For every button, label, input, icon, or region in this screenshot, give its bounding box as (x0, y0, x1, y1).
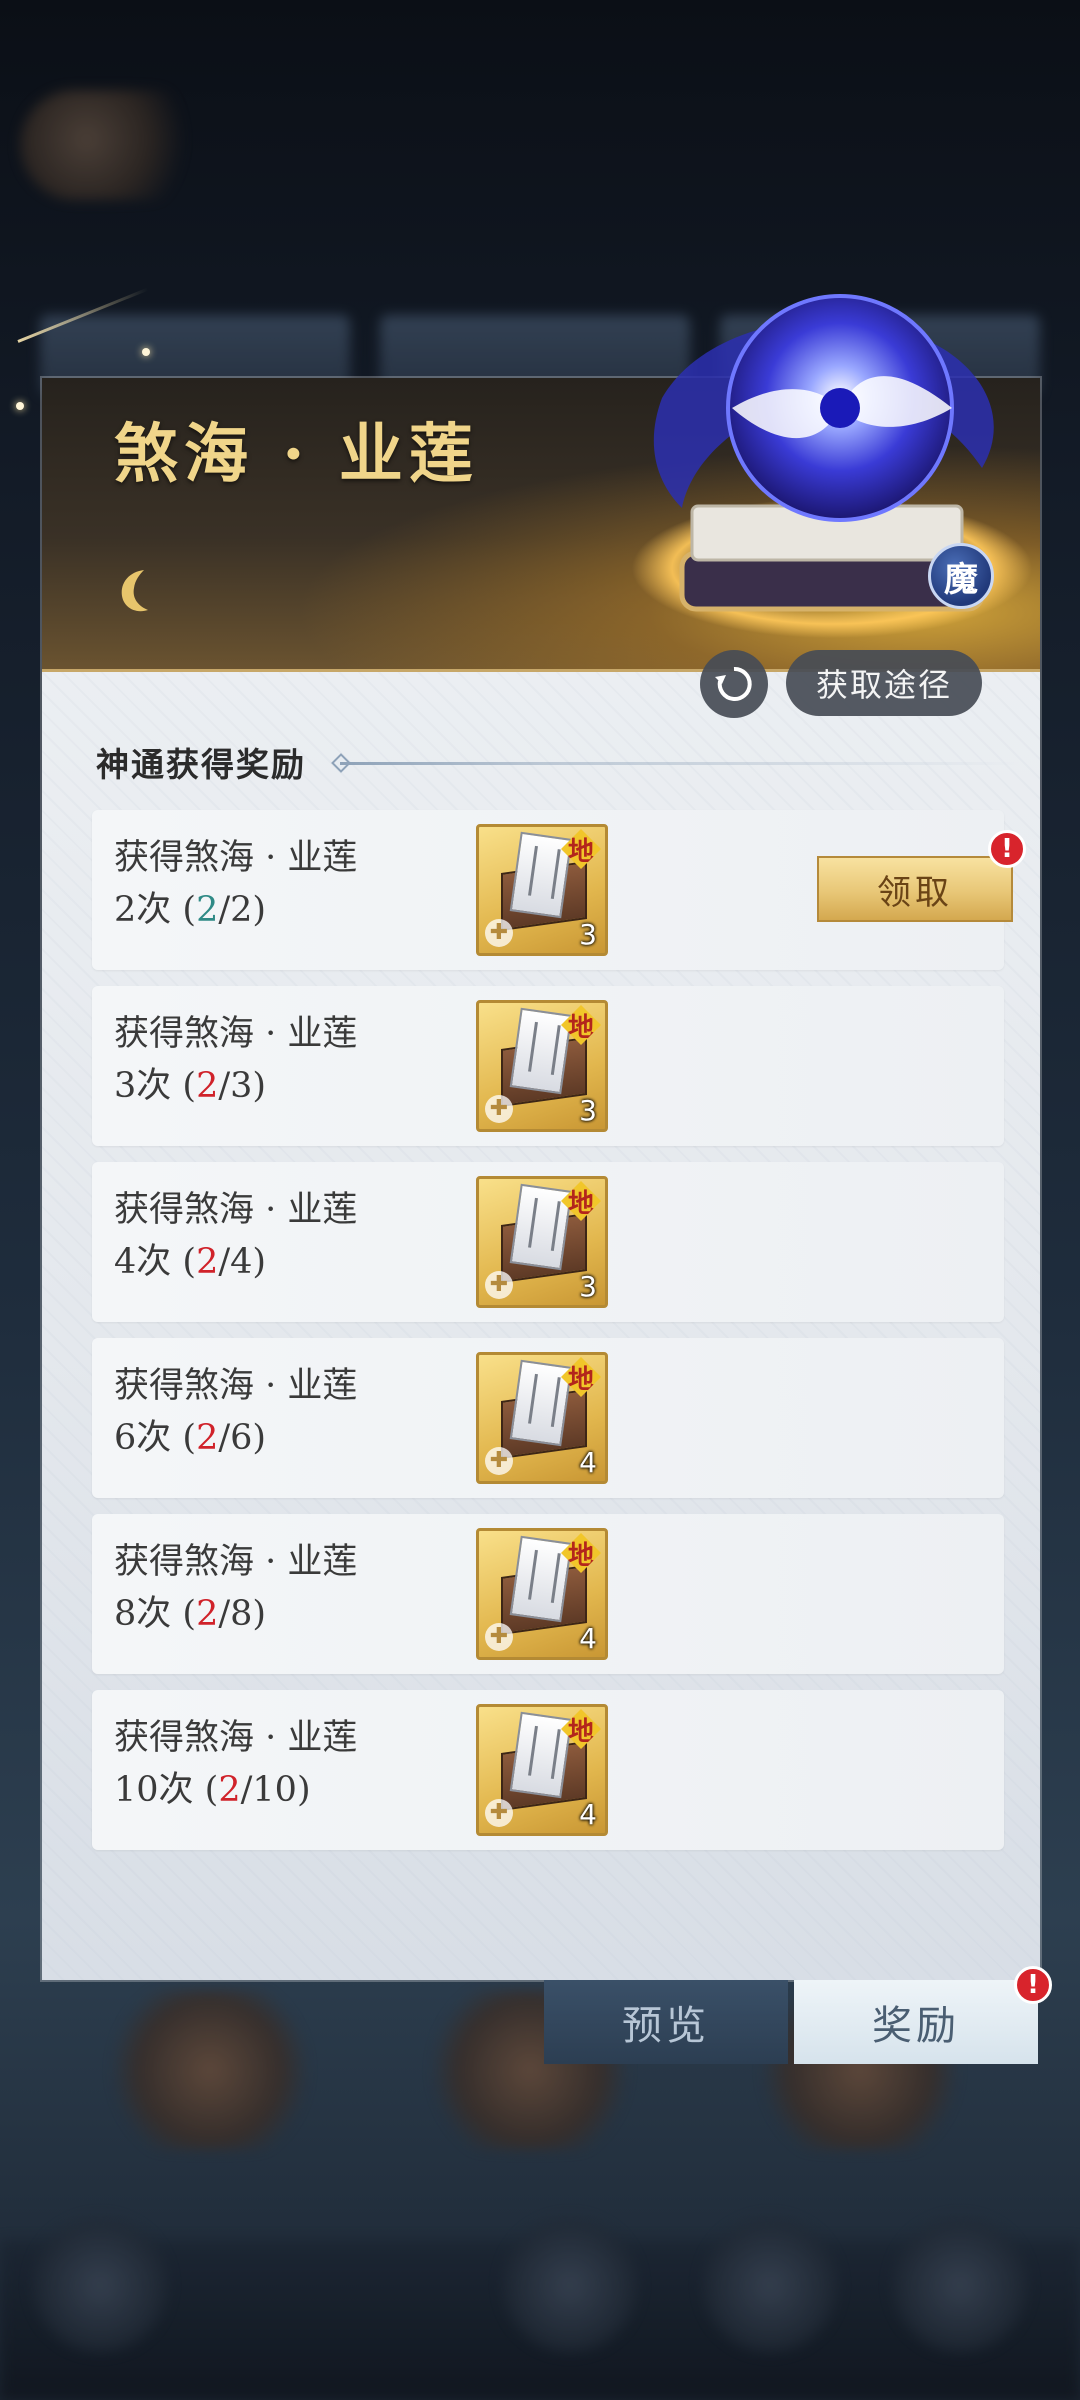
alert-badge: ! (988, 830, 1026, 868)
demon-type-badge: 魔 (928, 543, 994, 609)
moon-icon (121, 570, 148, 612)
fragment-icon: ✚ (485, 1095, 513, 1123)
artifact-illustration (632, 294, 1032, 638)
progress-target: 10 (252, 1770, 297, 1810)
item-quantity: 3 (579, 1270, 597, 1303)
reward-item-icon[interactable]: 地 ✚ 3 (476, 1176, 608, 1308)
background-nav-button (500, 2215, 640, 2355)
reward-row: 获得煞海 · 业莲 8次 (2/8) 地 ✚ 4 (92, 1514, 1004, 1674)
scroll-icon (509, 1007, 573, 1095)
claim-button[interactable]: 领取 (817, 856, 1013, 922)
fragment-icon: ✚ (485, 1623, 513, 1651)
reward-item-icon[interactable]: 地 ✚ 3 (476, 1000, 608, 1132)
reward-progress: 4次 (2/4) (114, 1242, 267, 1282)
reward-row: 获得煞海 · 业莲 4次 (2/4) 地 ✚ 3 (92, 1162, 1004, 1322)
reward-count: 3次 (114, 1066, 172, 1106)
fragment-icon: ✚ (485, 919, 513, 947)
reward-list: 获得煞海 · 业莲 2次 (2/2) 地 ✚ 3 领取 ! 获得煞海 · 业莲 … (92, 810, 1026, 1866)
item-quantity: 4 (579, 1798, 597, 1831)
reward-count: 10次 (114, 1770, 194, 1810)
fragment-icon: ✚ (485, 1447, 513, 1475)
reward-label: 获得煞海 · 业莲 (114, 1366, 358, 1406)
reward-item-icon[interactable]: 地 ✚ 4 (476, 1528, 608, 1660)
background-card (110, 1990, 310, 2150)
reward-label: 获得煞海 · 业莲 (114, 1542, 358, 1582)
reward-item-icon[interactable]: 地 ✚ 4 (476, 1704, 608, 1836)
reward-count: 4次 (114, 1242, 172, 1282)
background-avatar-badge (20, 90, 210, 200)
progress-current: 2 (196, 890, 219, 930)
reward-progress: 6次 (2/6) (114, 1418, 267, 1458)
star-decoration (16, 402, 24, 410)
reward-item-icon[interactable]: 地 ✚ 3 (476, 824, 608, 956)
progress-target: 2 (230, 890, 253, 930)
reward-label: 获得煞海 · 业莲 (114, 1014, 358, 1054)
section-title: 神通获得奖励 (96, 745, 306, 784)
background-back-button (30, 2215, 170, 2355)
progress-current: 2 (196, 1066, 219, 1106)
progress-target: 6 (230, 1418, 253, 1458)
section-divider (340, 762, 1020, 765)
progress-target: 3 (230, 1066, 253, 1106)
alert-badge: ! (1014, 1966, 1052, 2004)
progress-current: 2 (196, 1242, 219, 1282)
progress-current: 2 (218, 1770, 241, 1810)
scroll-icon (509, 1535, 573, 1623)
fragment-icon: ✚ (485, 1271, 513, 1299)
progress-current: 2 (196, 1418, 219, 1458)
reward-label: 获得煞海 · 业莲 (114, 838, 358, 878)
background-nav-button (700, 2215, 840, 2355)
fragment-icon: ✚ (485, 1799, 513, 1827)
tab-reward[interactable]: 奖励 (794, 1980, 1038, 2064)
reward-row: 获得煞海 · 业莲 2次 (2/2) 地 ✚ 3 领取 ! (92, 810, 1026, 970)
scroll-icon (509, 1359, 573, 1447)
obtain-source-button[interactable]: 获取途径 (786, 650, 982, 716)
reward-panel: 煞海 · 业莲 魔 获取途径 神通获得奖励 获得煞海 · 业莲 2次 (2/2)… (42, 294, 1040, 1980)
reward-count: 6次 (114, 1418, 172, 1458)
reward-label: 获得煞海 · 业莲 (114, 1718, 358, 1758)
progress-target: 8 (230, 1594, 253, 1634)
background-nav-button (890, 2215, 1030, 2355)
reward-row: 获得煞海 · 业莲 10次 (2/10) 地 ✚ 4 (92, 1690, 1004, 1850)
page-title: 煞海 · 业莲 (114, 417, 479, 492)
item-quantity: 3 (579, 1094, 597, 1127)
reward-item-icon[interactable]: 地 ✚ 4 (476, 1352, 608, 1484)
scroll-icon (509, 1183, 573, 1271)
item-quantity: 4 (579, 1446, 597, 1479)
reward-count: 8次 (114, 1594, 172, 1634)
item-quantity: 3 (579, 918, 597, 951)
reward-progress: 3次 (2/3) (114, 1066, 267, 1106)
scroll-icon (509, 1711, 573, 1799)
scroll-icon (509, 831, 573, 919)
progress-current: 2 (196, 1594, 219, 1634)
reward-row: 获得煞海 · 业莲 3次 (2/3) 地 ✚ 3 (92, 986, 1004, 1146)
progress-target: 4 (230, 1242, 253, 1282)
reward-progress: 10次 (2/10) (114, 1770, 311, 1810)
reward-row: 获得煞海 · 业莲 6次 (2/6) 地 ✚ 4 (92, 1338, 1004, 1498)
item-quantity: 4 (579, 1622, 597, 1655)
reward-progress: 2次 (2/2) (114, 890, 267, 930)
tab-preview[interactable]: 预览 (544, 1980, 788, 2064)
reward-count: 2次 (114, 890, 172, 930)
reward-label: 获得煞海 · 业莲 (114, 1190, 358, 1230)
refresh-button[interactable] (700, 650, 768, 718)
star-decoration (142, 348, 150, 356)
reward-progress: 8次 (2/8) (114, 1594, 267, 1634)
refresh-icon (715, 666, 752, 701)
